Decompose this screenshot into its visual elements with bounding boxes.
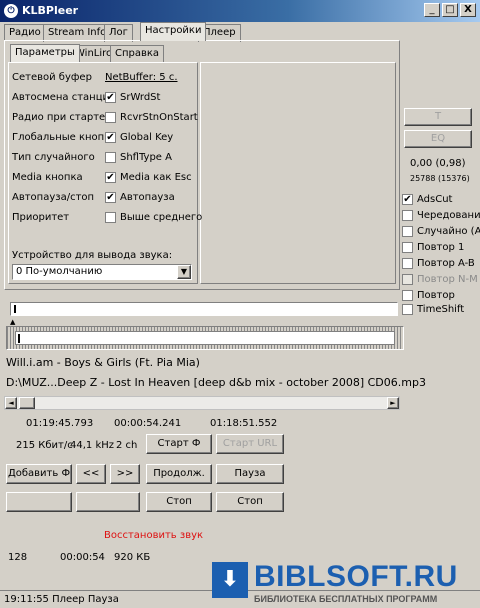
continue-button[interactable]: Продолж.: [146, 464, 212, 484]
scroll-right-icon[interactable]: ►: [387, 397, 399, 409]
checkbox-global-key[interactable]: ✔: [105, 132, 116, 143]
volume-slider-thumb[interactable]: [14, 305, 16, 313]
empty-button-2[interactable]: [76, 492, 140, 512]
stop-button-1[interactable]: Стоп: [146, 492, 212, 512]
label-priority: Приоритет: [12, 212, 70, 223]
checkbox-rcvr[interactable]: [105, 112, 116, 123]
checkbox-alternate[interactable]: [402, 210, 413, 221]
track-scrollbar[interactable]: ◄ ►: [4, 396, 400, 410]
channels: 2 ch: [116, 440, 138, 451]
prev-button[interactable]: <<: [76, 464, 106, 484]
volume-tick-icon: ▲: [10, 318, 16, 326]
scroll-thumb[interactable]: [19, 397, 35, 409]
info-time: 00:00:54: [60, 552, 105, 563]
label-adscut: AdsCut: [417, 194, 453, 205]
checkbox-repeat-ab[interactable]: [402, 258, 413, 269]
label-timeshift: TimeShift: [417, 304, 465, 315]
label-autopause-value: Автопауза: [120, 192, 175, 203]
power-icon: ⏻: [4, 4, 18, 18]
params-side-panel: [200, 62, 396, 284]
checkbox-repeat-nm: [402, 274, 413, 285]
chevron-down-icon[interactable]: ▼: [177, 265, 191, 279]
label-srwrdst: SrWrdSt: [120, 92, 161, 103]
watermark-tagline: БИБЛИОТЕКА БЕСПЛАТНЫХ ПРОГРАММ: [254, 594, 438, 604]
pause-button[interactable]: Пауза: [216, 464, 284, 484]
level-readout: 0,00 (0,98): [410, 158, 466, 169]
checkbox-autopause[interactable]: ✔: [105, 192, 116, 203]
label-shfltype: ShflType A: [120, 152, 172, 163]
subtab-help[interactable]: Справка: [110, 45, 165, 63]
track-path: D:\MUZ...Deep Z - Lost In Heaven [deep d…: [6, 376, 426, 389]
info-bitrate-kb: 128: [8, 552, 28, 563]
minimize-button[interactable]: _: [424, 3, 440, 17]
checkbox-shfltype[interactable]: [105, 152, 116, 163]
sample-rate: 44,1 kHz: [70, 440, 115, 451]
label-media-esc: Media как Esc: [120, 172, 192, 183]
label-device: Устройство для вывода звука:: [12, 250, 173, 261]
device-select[interactable]: 0 По-умолчанию ▼: [12, 264, 192, 280]
checkbox-media-esc[interactable]: ✔: [105, 172, 116, 183]
close-button[interactable]: X: [460, 3, 476, 17]
checkbox-repeat[interactable]: [402, 290, 413, 301]
time-total: 01:19:45.793: [26, 418, 94, 429]
download-icon: ⬇: [212, 562, 248, 598]
label-rcvr: RcvrStnOnStart: [120, 112, 198, 123]
title-bar: ⏻ KLBPleer _ □ X: [0, 0, 480, 22]
bitrate: 215 Кбит/с: [16, 440, 73, 451]
label-auto-switch: Автосмена станции: [12, 92, 116, 103]
start-file-button[interactable]: Старт Ф: [146, 434, 212, 454]
seek-area[interactable]: [6, 326, 404, 350]
label-alternate: Чередование: [417, 210, 480, 221]
info-size: 920 КБ: [114, 552, 151, 563]
label-shuffle-type: Тип случайного: [12, 152, 95, 163]
label-repeat: Повтор: [417, 290, 455, 301]
label-repeat-nm: Повтор N-M: [417, 274, 478, 285]
seek-bar[interactable]: [15, 331, 395, 345]
checkbox-repeat-1[interactable]: [402, 242, 413, 253]
checkbox-timeshift[interactable]: [402, 304, 413, 315]
watermark-brand: BIBLSOFT.RU: [254, 560, 458, 593]
net-buffer-link[interactable]: NetBuffer: 5 с.: [105, 72, 178, 83]
label-random: Случайно (A): [417, 226, 480, 237]
scroll-left-icon[interactable]: ◄: [5, 397, 17, 409]
time-elapsed: 00:00:54.241: [114, 418, 182, 429]
maximize-button[interactable]: □: [442, 3, 458, 17]
track-title: Will.i.am - Boys & Girls (Ft. Pia Mia): [6, 356, 200, 369]
time-remaining: 01:18:51.552: [210, 418, 278, 429]
label-priority-value: Выше среднего: [120, 212, 203, 223]
label-autopause: Автопауза/стоп: [12, 192, 95, 203]
add-file-button[interactable]: Добавить Ф: [6, 464, 72, 484]
next-button[interactable]: >>: [110, 464, 140, 484]
label-radio-start: Радио при старте: [12, 112, 106, 123]
device-select-value: 0 По-умолчанию: [16, 266, 103, 277]
stop-button-2[interactable]: Стоп: [216, 492, 284, 512]
checkbox-random[interactable]: [402, 226, 413, 237]
label-global-keys: Глобальные кнопки: [12, 132, 117, 143]
status-text: 19:11:55 Плеер Пауза: [4, 594, 119, 605]
label-net-buffer: Сетевой буфер: [12, 72, 92, 83]
start-url-button[interactable]: Старт URL: [216, 434, 284, 454]
subtab-params[interactable]: Параметры: [10, 44, 80, 62]
counter-readout: 25788 (15376): [410, 174, 470, 183]
seek-thumb[interactable]: [18, 334, 20, 343]
empty-button-1[interactable]: [6, 492, 72, 512]
eq-button[interactable]: EQ: [404, 130, 472, 148]
volume-slider[interactable]: [10, 302, 398, 316]
window-title: KLBPleer: [22, 4, 79, 17]
label-repeat-1: Повтор 1: [417, 242, 465, 253]
label-repeat-ab: Повтор A-B: [417, 258, 475, 269]
label-global-key: Global Key: [120, 132, 174, 143]
restore-sound-link[interactable]: Восстановить звук: [104, 530, 203, 541]
tab-settings[interactable]: Настройки: [140, 22, 207, 41]
checkbox-srwrdst[interactable]: ✔: [105, 92, 116, 103]
watermark-logo: ⬇ BIBLSOFT.RU БИБЛИОТЕКА БЕСПЛАТНЫХ ПРОГ…: [212, 558, 480, 608]
checkbox-adscut[interactable]: ✔: [402, 194, 413, 205]
t-button[interactable]: T: [404, 108, 472, 126]
label-media-key: Media кнопка: [12, 172, 83, 183]
checkbox-priority[interactable]: [105, 212, 116, 223]
